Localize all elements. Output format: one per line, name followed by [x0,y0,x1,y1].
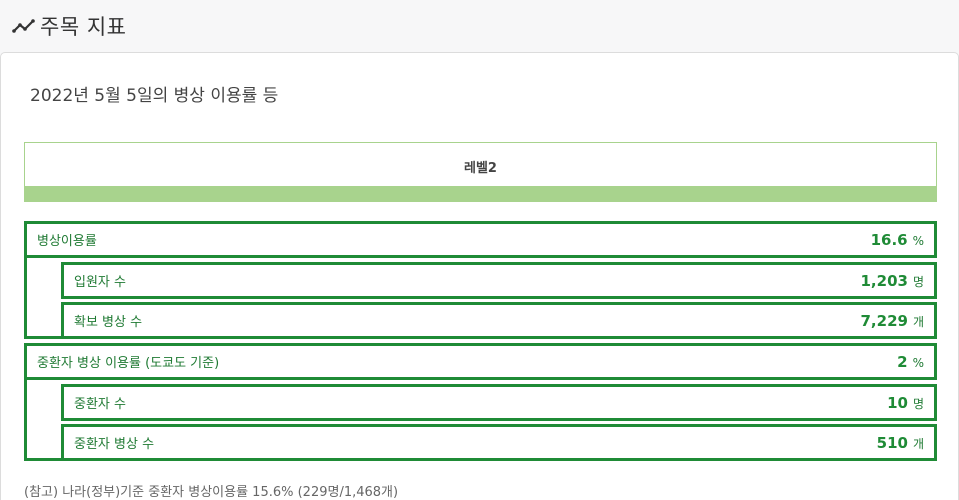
metric-label: 확보 병상 수 [74,315,143,330]
footnote: (참고) 나라(정부)기준 중환자 병상이용률 15.6% (229명/1,46… [24,485,399,500]
metric-connector [24,376,61,461]
metric-row-severe-beds: 중환자 병상 수 510 개 [61,424,937,461]
metric-value: 2 [897,352,908,371]
metric-unit: % [912,233,924,248]
metric-label: 병상이용률 [37,234,97,249]
metric-unit: 명 [912,396,924,411]
metric-unit: % [912,355,924,370]
metric-unit: 개 [912,314,924,329]
section-header: 주목 지표 [0,0,959,52]
page-title: 주목 지표 [40,15,127,39]
level-indicator: 레벨2 [24,142,937,202]
indicator-card: 2022년 5월 5일의 병상 이용률 등 레벨2 병상이용률 16.6% 입원… [0,52,959,500]
level-label: 레벨2 [464,161,497,176]
metric-value: 7,229 [860,311,908,330]
metric-label: 중환자 병상 수 [74,437,155,452]
metric-value: 16.6 [870,230,908,249]
metric-value: 510 [876,433,908,452]
metric-unit: 개 [912,436,924,451]
level-bar [25,186,936,201]
metric-connector [24,254,61,339]
metric-row-secured-beds: 확보 병상 수 7,229 개 [61,302,937,339]
metric-row-inpatients: 입원자 수 1,203 명 [61,262,937,299]
metric-unit: 명 [912,274,924,289]
metric-row-severe-patients: 중환자 수 10 명 [61,384,937,421]
metric-label: 중환자 병상 이용률 (도쿄도 기준) [37,356,220,371]
trend-line-icon [12,17,36,35]
metric-row-severe-bed-occupancy: 중환자 병상 이용률 (도쿄도 기준) 2% [24,343,937,380]
metric-value: 1,203 [860,271,908,290]
metric-row-bed-occupancy: 병상이용률 16.6% [24,221,937,258]
card-subtitle: 2022년 5월 5일의 병상 이용률 등 [30,86,279,106]
metric-value: 10 [887,393,908,412]
metric-label: 중환자 수 [74,397,126,412]
metric-label: 입원자 수 [74,275,126,290]
